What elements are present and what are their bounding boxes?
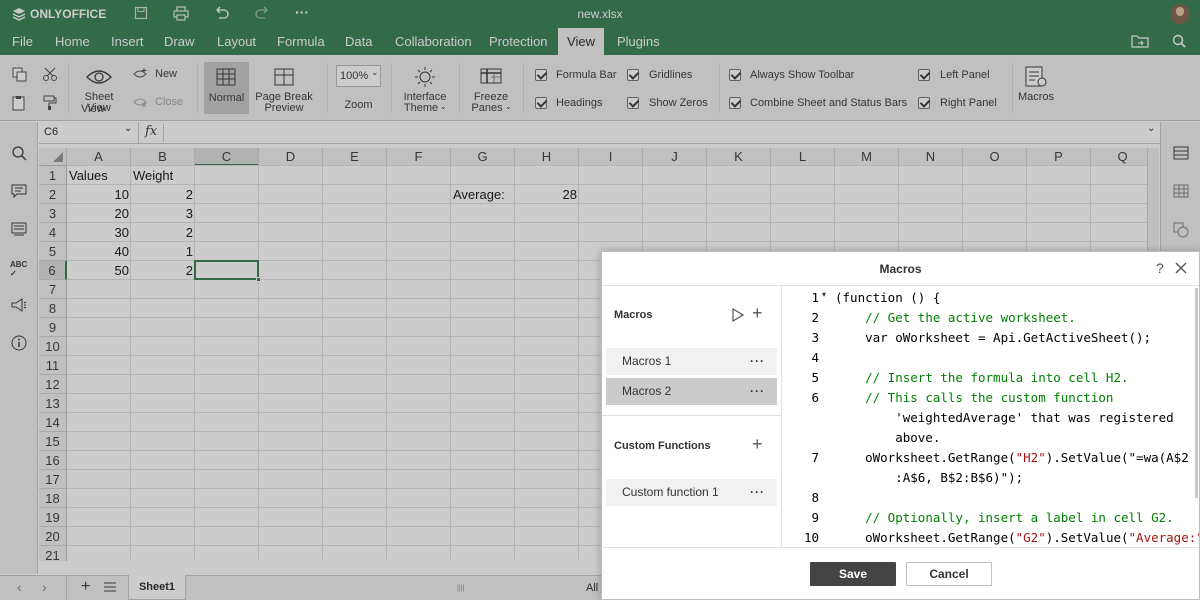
dialog-title: Macros: [879, 262, 922, 276]
add-custom-function-icon[interactable]: +: [752, 434, 763, 455]
more-icon[interactable]: ···: [750, 479, 765, 506]
line-number: 8: [811, 490, 819, 505]
line-number: 9: [811, 510, 819, 525]
code-editor[interactable]: 1 (function () { 2 // Get the active works…: [783, 286, 1199, 547]
help-icon[interactable]: ?: [1156, 260, 1164, 276]
code-line: // Get the active worksheet.: [865, 310, 1076, 325]
code-line: var oWorksheet = Api.GetActiveSheet();: [835, 330, 1152, 345]
line-number: 2: [811, 310, 819, 325]
more-icon[interactable]: ···: [750, 348, 765, 375]
run-macro-icon[interactable]: [732, 308, 744, 322]
fold-icon[interactable]: ▾: [822, 290, 826, 299]
code-line: // Insert the formula into cell H2.: [865, 370, 1129, 385]
code-line: oWorksheet.GetRange("H2").SetValue("=wa(…: [835, 450, 1189, 465]
code-line: 'weightedAverage' that was registered: [835, 410, 1174, 425]
code-line: // This calls the custom function: [865, 390, 1114, 405]
custom-functions-header: Custom Functions: [614, 440, 711, 452]
macro-item[interactable]: Macros 1 ···: [606, 348, 777, 375]
close-icon[interactable]: [1175, 262, 1187, 274]
line-number: 3: [811, 330, 819, 345]
custom-function-item[interactable]: Custom function 1 ···: [606, 479, 777, 506]
cancel-button[interactable]: Cancel: [906, 562, 992, 586]
macros-header: Macros: [614, 309, 653, 321]
line-number: 6: [811, 390, 819, 405]
add-macro-icon[interactable]: +: [752, 303, 763, 324]
code-line: :A$6, B$2:B$6)");: [835, 470, 1024, 485]
more-icon[interactable]: ···: [750, 378, 765, 405]
code-line: above.: [835, 430, 941, 445]
line-number: 1: [811, 290, 819, 305]
macro-item-selected[interactable]: Macros 2 ···: [606, 378, 777, 405]
macros-list-panel: Macros + Macros 1 ··· Macros 2 ··· Custom …: [602, 286, 782, 547]
line-number: 4: [811, 350, 819, 365]
save-button[interactable]: Save: [810, 562, 896, 586]
line-number: 10: [803, 530, 819, 545]
line-number: 7: [811, 450, 819, 465]
code-line: oWorksheet.GetRange("G2").SetValue("Aver…: [835, 530, 1199, 545]
macros-dialog: Macros ? Macros + Macros 1 ··· Macros 2 ··…: [601, 251, 1200, 600]
code-line: // Optionally, insert a label in cell G2…: [865, 510, 1174, 525]
code-line: (function () {: [835, 290, 941, 305]
code-scrollbar[interactable]: [1195, 288, 1198, 498]
line-number: 5: [811, 370, 819, 385]
